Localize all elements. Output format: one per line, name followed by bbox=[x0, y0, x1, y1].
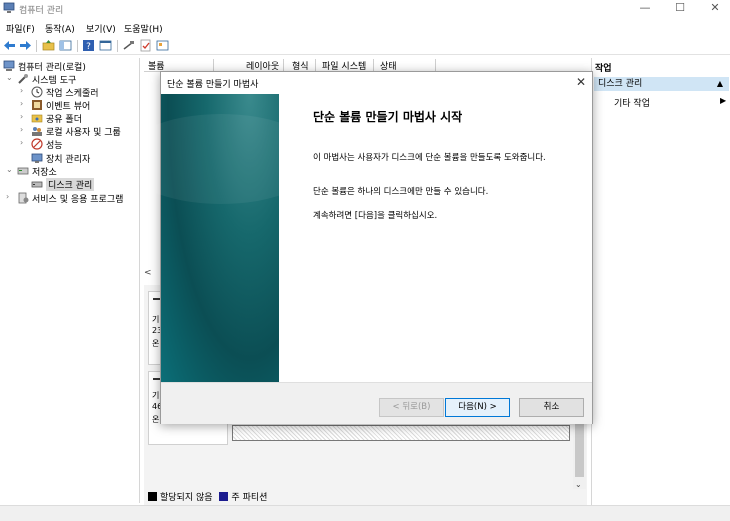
actions-section-disk-management[interactable]: 디스크 관리 ▲ bbox=[594, 77, 729, 91]
back-arrow-icon[interactable] bbox=[3, 39, 16, 52]
menu-help[interactable]: 도움말(H) bbox=[124, 22, 163, 35]
console-tree-icon[interactable] bbox=[59, 39, 72, 52]
services-icon bbox=[18, 192, 29, 204]
tree-label: 이벤트 뷰어 bbox=[46, 102, 91, 112]
tree-label: 장치 관리자 bbox=[46, 155, 91, 165]
tree-label: 시스템 도구 bbox=[32, 76, 77, 86]
tree-label: 작업 스케줄러 bbox=[46, 89, 99, 99]
disk-label: 기 bbox=[152, 315, 160, 324]
status-bar bbox=[0, 505, 730, 521]
tree-label: 성능 bbox=[46, 141, 63, 151]
wizard-description: 이 마법사는 사용자가 디스크에 단순 볼륨을 만들도록 도와줍니다. bbox=[313, 153, 546, 163]
disk-state: 온 bbox=[152, 415, 160, 424]
menu-file[interactable]: 파일(F) bbox=[6, 22, 35, 35]
help-icon[interactable]: ? bbox=[82, 39, 95, 52]
tree-label: 로컬 사용자 및 그룹 bbox=[46, 128, 121, 138]
disk-state: 온 bbox=[152, 339, 160, 348]
view-icon[interactable] bbox=[156, 39, 169, 52]
partition-legend: 할당되지 않음 주 파티션 bbox=[148, 490, 268, 503]
dialog-title: 단순 볼륨 만들기 마법사 bbox=[167, 80, 259, 90]
chevron-right-icon[interactable]: › bbox=[6, 192, 14, 201]
legend-unallocated: 할당되지 않음 bbox=[160, 493, 213, 503]
chevron-right-icon[interactable]: › bbox=[20, 112, 28, 121]
collapse-icon[interactable]: ▲ bbox=[717, 77, 723, 91]
checklist-icon[interactable] bbox=[139, 39, 152, 52]
new-simple-volume-wizard: 단순 볼륨 만들기 마법사 ✕ 단순 볼륨 만들기 마법사 시작 이 마법사는 … bbox=[121, 71, 593, 424]
primary-partition-swatch bbox=[219, 492, 229, 501]
properties-icon[interactable] bbox=[99, 39, 112, 52]
toolbar-separator bbox=[36, 40, 37, 52]
window-title: 컴퓨터 관리 bbox=[19, 6, 64, 16]
clock-icon bbox=[31, 86, 43, 98]
chevron-right-icon[interactable]: › bbox=[20, 86, 28, 95]
wizard-note: 단순 볼륨은 하나의 디스크에만 만들 수 있습니다. bbox=[313, 187, 489, 197]
maximize-button[interactable]: ☐ bbox=[663, 0, 697, 17]
actions-section-label: 디스크 관리 bbox=[598, 79, 643, 89]
chevron-right-icon[interactable]: › bbox=[20, 99, 28, 108]
up-folder-icon[interactable] bbox=[42, 39, 55, 52]
tree-label: 컴퓨터 관리(로컬) bbox=[18, 63, 86, 73]
minimize-button[interactable]: — bbox=[628, 0, 662, 17]
device-manager-icon bbox=[31, 153, 43, 163]
unallocated-swatch bbox=[148, 492, 157, 501]
actions-title: 작업 bbox=[595, 64, 612, 74]
submenu-arrow-icon[interactable]: ▶ bbox=[720, 96, 726, 105]
chevron-down-icon[interactable]: ⌄ bbox=[6, 73, 14, 82]
menu-action[interactable]: 동작(A) bbox=[45, 22, 75, 35]
actions-pane: 작업 디스크 관리 ▲ 기타 작업 ▶ bbox=[591, 58, 730, 505]
tree-label: 디스크 관리 bbox=[46, 178, 95, 191]
tree-label: 공유 폴더 bbox=[46, 115, 82, 125]
storage-icon bbox=[17, 167, 29, 175]
menu-bar: 파일(F) 동작(A) 보기(V) 도움말(H) bbox=[0, 20, 730, 35]
svg-text:?: ? bbox=[86, 42, 91, 52]
toolbar-separator bbox=[117, 40, 118, 52]
shared-folder-icon bbox=[31, 114, 43, 123]
dialog-close-icon[interactable]: ✕ bbox=[576, 75, 586, 89]
toolbar-separator bbox=[77, 40, 78, 52]
disk-label: 기 bbox=[152, 391, 160, 400]
cancel-button[interactable]: 취소 bbox=[519, 398, 584, 417]
dialog-footer: < 뒤로(B) 다음(N) > 취소 bbox=[161, 382, 592, 424]
next-button[interactable]: 다음(N) > bbox=[445, 398, 510, 417]
tree-label: 서비스 및 응용 프로그램 bbox=[32, 195, 124, 205]
title-bar: 컴퓨터 관리 — ☐ ✕ bbox=[0, 0, 730, 17]
chevron-down-icon[interactable]: ⌄ bbox=[6, 165, 14, 174]
computer-management-icon bbox=[3, 2, 15, 13]
disk-management-icon bbox=[31, 181, 43, 188]
wizard-heading: 단순 볼륨 만들기 마법사 시작 bbox=[313, 110, 463, 124]
tree-label: 저장소 bbox=[32, 168, 57, 178]
wizard-banner-image bbox=[121, 94, 321, 382]
legend-primary: 주 파티션 bbox=[231, 493, 268, 503]
chevron-right-icon[interactable]: › bbox=[20, 138, 28, 147]
users-icon bbox=[32, 127, 42, 136]
forward-arrow-icon[interactable] bbox=[19, 39, 32, 52]
computer-icon bbox=[3, 60, 15, 71]
unallocated-partition-block[interactable] bbox=[232, 425, 570, 441]
wizard-instruction: 계속하려면 [다음]을 클릭하십시오. bbox=[313, 211, 438, 221]
console-tree: 컴퓨터 관리(로컬) ⌄ 시스템 도구 › 작업 스케줄러 › 이벤트 뷰어 ›… bbox=[0, 58, 140, 503]
toolbar: ? bbox=[0, 37, 730, 55]
event-viewer-icon bbox=[32, 100, 42, 110]
performance-icon bbox=[31, 138, 43, 150]
back-button[interactable]: < 뒤로(B) bbox=[379, 398, 444, 417]
close-button[interactable]: ✕ bbox=[698, 0, 730, 17]
action-more[interactable]: 기타 작업 bbox=[614, 96, 650, 109]
chevron-right-icon[interactable]: › bbox=[20, 125, 28, 134]
connect-icon[interactable] bbox=[122, 39, 135, 52]
tools-icon bbox=[18, 74, 28, 84]
menu-view[interactable]: 보기(V) bbox=[86, 22, 116, 35]
scroll-down-arrow-icon[interactable]: ⌄ bbox=[575, 480, 582, 489]
